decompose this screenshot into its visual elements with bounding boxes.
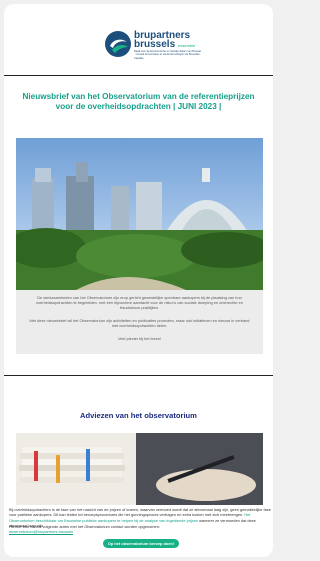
divider (4, 75, 273, 76)
newsletter-title: Nieuwsbrief van het Observatorium van de… (22, 92, 255, 111)
observatory-cta-button[interactable]: Op het observatorium beroep doen! (103, 539, 179, 548)
newsletter-card: brupartners brussels ensemble Raad voor … (4, 4, 273, 557)
intro-paragraph-2: Met deze nieuwsbrief wil het Observatori… (29, 318, 250, 329)
papers-desk-image (16, 433, 263, 505)
hero-image-brussels-skyline (16, 138, 263, 290)
observatory-email-link[interactable]: observatorium@brupartners.brussels (9, 529, 73, 534)
brupartners-logo-icon (105, 31, 131, 57)
logo-tagline: Raad voor de Economische en Sociale Zake… (134, 50, 201, 60)
contact-text: Hiertoe kan via het volgende adres met h… (9, 524, 160, 535)
brupartners-logo[interactable]: brupartners brussels ensemble Raad voor … (104, 30, 224, 70)
intro-paragraph-3: Veel plezier bij het lezen! (117, 336, 162, 341)
divider (4, 375, 273, 376)
logo-wordmark: brupartners brussels ensemble (134, 30, 196, 50)
intro-paragraph-1: De werkzaamheden van het Observatorium z… (36, 295, 243, 311)
section-heading-adviezen: Adviezen van het observatorium (80, 411, 197, 420)
